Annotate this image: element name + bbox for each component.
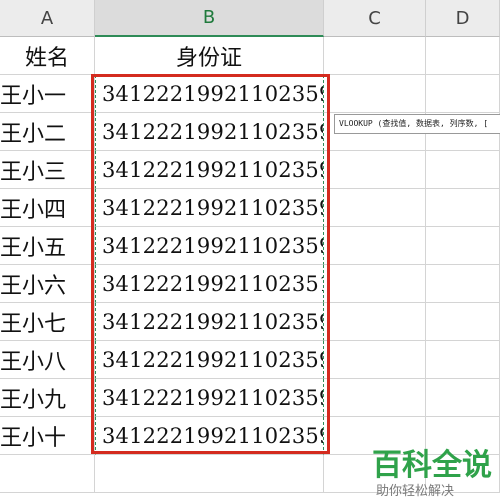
id-cell[interactable]: 341222199211023599 [95,417,324,455]
id-cell[interactable]: 341222199211023592 [95,151,324,189]
id-cell[interactable]: 341222199211023511 [95,265,324,303]
header-cell-id[interactable]: 身份证 [95,37,324,75]
id-cell[interactable]: 341222199211023593 [95,189,324,227]
column-header-c[interactable]: C [324,0,426,37]
cell-d[interactable] [426,189,500,227]
cell-d[interactable] [426,227,500,265]
cell-c[interactable] [324,379,426,417]
column-header-d[interactable]: D [426,0,500,37]
cell-d[interactable] [426,303,500,341]
name-cell[interactable]: 王小五 [0,227,95,265]
name-cell[interactable]: 王小三 [0,151,95,189]
name-cell[interactable]: 王小二 [0,113,95,151]
id-cell[interactable]: 341222199211023596 [95,303,324,341]
cell-c[interactable] [324,227,426,265]
cell-d[interactable] [426,341,500,379]
watermark-logo: 百科全说 助你轻松解决 [372,440,500,500]
watermark-title: 百科全说 [372,448,492,483]
name-cell[interactable]: 王小八 [0,341,95,379]
cell-c[interactable] [324,189,426,227]
cell-c[interactable] [324,75,426,113]
name-cell[interactable]: 王小七 [0,303,95,341]
formula-tooltip: VLOOKUP (查找值, 数据表, 列序数, [ [334,114,500,134]
spreadsheet-grid: A B C D 姓名 身份证 王小一 341222199211023590 王小二 3… [0,0,500,500]
name-cell[interactable]: 王小六 [0,265,95,303]
id-cell[interactable]: 341222199211023594 [95,227,324,265]
id-cell[interactable]: 341222199211023598 [95,379,324,417]
cell-d1[interactable] [426,37,500,75]
cell-d[interactable] [426,265,500,303]
column-header-b[interactable]: B [95,0,324,37]
cell-c[interactable] [324,151,426,189]
id-cell[interactable]: 341222199211023597 [95,341,324,379]
cell-d[interactable] [426,75,500,113]
name-cell[interactable]: 王小十 [0,417,95,455]
header-cell-name[interactable]: 姓名 [0,37,95,75]
empty-cell[interactable] [0,455,95,493]
cell-c1[interactable] [324,37,426,75]
empty-cell[interactable] [95,455,324,493]
name-cell[interactable]: 王小四 [0,189,95,227]
id-cell[interactable]: 341222199211023591 [95,113,324,151]
name-cell[interactable]: 王小九 [0,379,95,417]
cell-c[interactable] [324,341,426,379]
id-cell[interactable]: 341222199211023590 [95,75,324,113]
cell-c[interactable] [324,303,426,341]
name-cell[interactable]: 王小一 [0,75,95,113]
cell-d[interactable] [426,151,500,189]
column-header-a[interactable]: A [0,0,95,37]
cell-d[interactable] [426,379,500,417]
cell-c[interactable] [324,265,426,303]
